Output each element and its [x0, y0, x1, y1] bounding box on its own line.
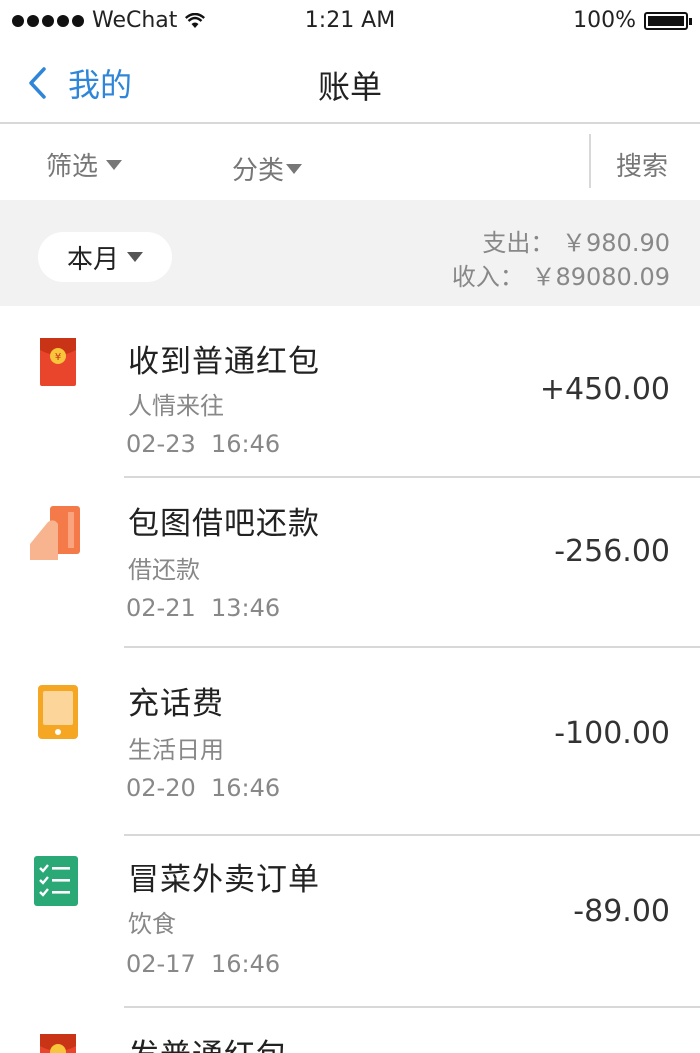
caret-down-icon — [106, 159, 123, 170]
transaction-category: 人情来往 — [128, 392, 224, 420]
transaction-time: 16:46 — [211, 774, 281, 802]
back-label: 我的 — [68, 66, 133, 104]
checklist-icon — [34, 856, 78, 906]
transaction-amount: +450.00 — [539, 372, 670, 407]
filter-dropdown[interactable]: 筛选 — [46, 146, 123, 183]
transaction-date: 02-21 — [126, 594, 196, 622]
transaction-category: 生活日用 — [128, 736, 224, 764]
filter-bar: 筛选 分类 搜索 — [0, 124, 700, 200]
transaction-date: 02-23 — [126, 430, 196, 458]
status-right: 100% — [573, 8, 692, 33]
expense-label: 支出： — [482, 229, 555, 257]
transaction-amount: -100.00 — [554, 716, 670, 751]
phone-icon — [38, 685, 78, 739]
red-envelope-icon: ¥ — [40, 338, 76, 386]
month-summary: 本月 支出： ￥980.90 收入： ￥89080.09 — [0, 200, 700, 306]
month-selector[interactable]: 本月 — [38, 232, 172, 282]
category-dropdown[interactable]: 分类 — [232, 150, 303, 187]
transaction-datetime: 02-21 13:46 — [126, 594, 280, 622]
transaction-row[interactable]: ¥ 收到普通红包 人情来往 02-23 16:46 +450.00 — [0, 306, 700, 478]
transaction-category: 借还款 — [128, 556, 200, 584]
transaction-row[interactable]: 发普通红包 — [0, 1008, 700, 1053]
summary-totals: 支出： ￥980.90 收入： ￥89080.09 — [452, 226, 670, 294]
transaction-time: 16:46 — [211, 950, 281, 978]
month-label: 本月 — [66, 244, 119, 275]
filter-label: 筛选 — [46, 152, 99, 182]
transaction-date: 02-17 — [126, 950, 196, 978]
transaction-datetime: 02-23 16:46 — [126, 430, 280, 458]
transaction-title: 收到普通红包 — [128, 344, 320, 380]
income-value: ￥89080.09 — [531, 263, 670, 291]
transaction-datetime: 02-20 16:46 — [126, 774, 280, 802]
expense-value: ￥980.90 — [562, 229, 670, 257]
caret-down-icon — [286, 163, 303, 174]
transaction-row[interactable]: 冒菜外卖订单 饮食 02-17 16:46 -89.00 — [0, 836, 700, 1008]
transaction-title: 冒菜外卖订单 — [128, 862, 320, 898]
battery-icon — [644, 11, 692, 30]
income-line: 收入： ￥89080.09 — [452, 260, 670, 294]
status-bar: WeChat 1:21 AM 100% — [0, 0, 700, 42]
income-label: 收入： — [451, 263, 524, 291]
back-button[interactable]: 我的 — [26, 60, 132, 106]
transaction-list: ¥ 收到普通红包 人情来往 02-23 16:46 +450.00 包图借吧还款… — [0, 306, 700, 1053]
transaction-title: 发普通红包 — [128, 1030, 288, 1053]
caret-down-icon — [127, 252, 143, 262]
chevron-left-icon — [29, 67, 46, 99]
transaction-date: 02-20 — [126, 774, 196, 802]
svg-text:¥: ¥ — [55, 352, 61, 363]
transaction-row[interactable]: 充话费 生活日用 02-20 16:46 -100.00 — [0, 648, 700, 836]
transaction-row[interactable]: 包图借吧还款 借还款 02-21 13:46 -256.00 — [0, 478, 700, 648]
nav-bar: 我的 账单 — [0, 42, 700, 124]
transaction-title: 包图借吧还款 — [128, 506, 320, 542]
expense-line: 支出： ￥980.90 — [452, 226, 670, 260]
red-envelope-icon — [40, 1034, 76, 1053]
category-label: 分类 — [232, 156, 285, 186]
filter-divider — [589, 134, 591, 188]
bill-screen: WeChat 1:21 AM 100% 我的 账单 筛选 分类 搜索 本月 支出… — [0, 0, 700, 1053]
card-in-hand-icon — [30, 506, 80, 560]
transaction-time: 16:46 — [211, 430, 281, 458]
transaction-datetime: 02-17 16:46 — [126, 950, 280, 978]
search-label: 搜索 — [616, 152, 669, 182]
battery-percent: 100% — [573, 8, 636, 33]
transaction-title: 充话费 — [128, 686, 224, 722]
transaction-time: 13:46 — [211, 594, 281, 622]
transaction-amount: -256.00 — [554, 534, 670, 569]
search-button[interactable]: 搜索 — [616, 146, 668, 183]
transaction-amount: -89.00 — [573, 894, 670, 929]
transaction-category: 饮食 — [128, 910, 176, 938]
